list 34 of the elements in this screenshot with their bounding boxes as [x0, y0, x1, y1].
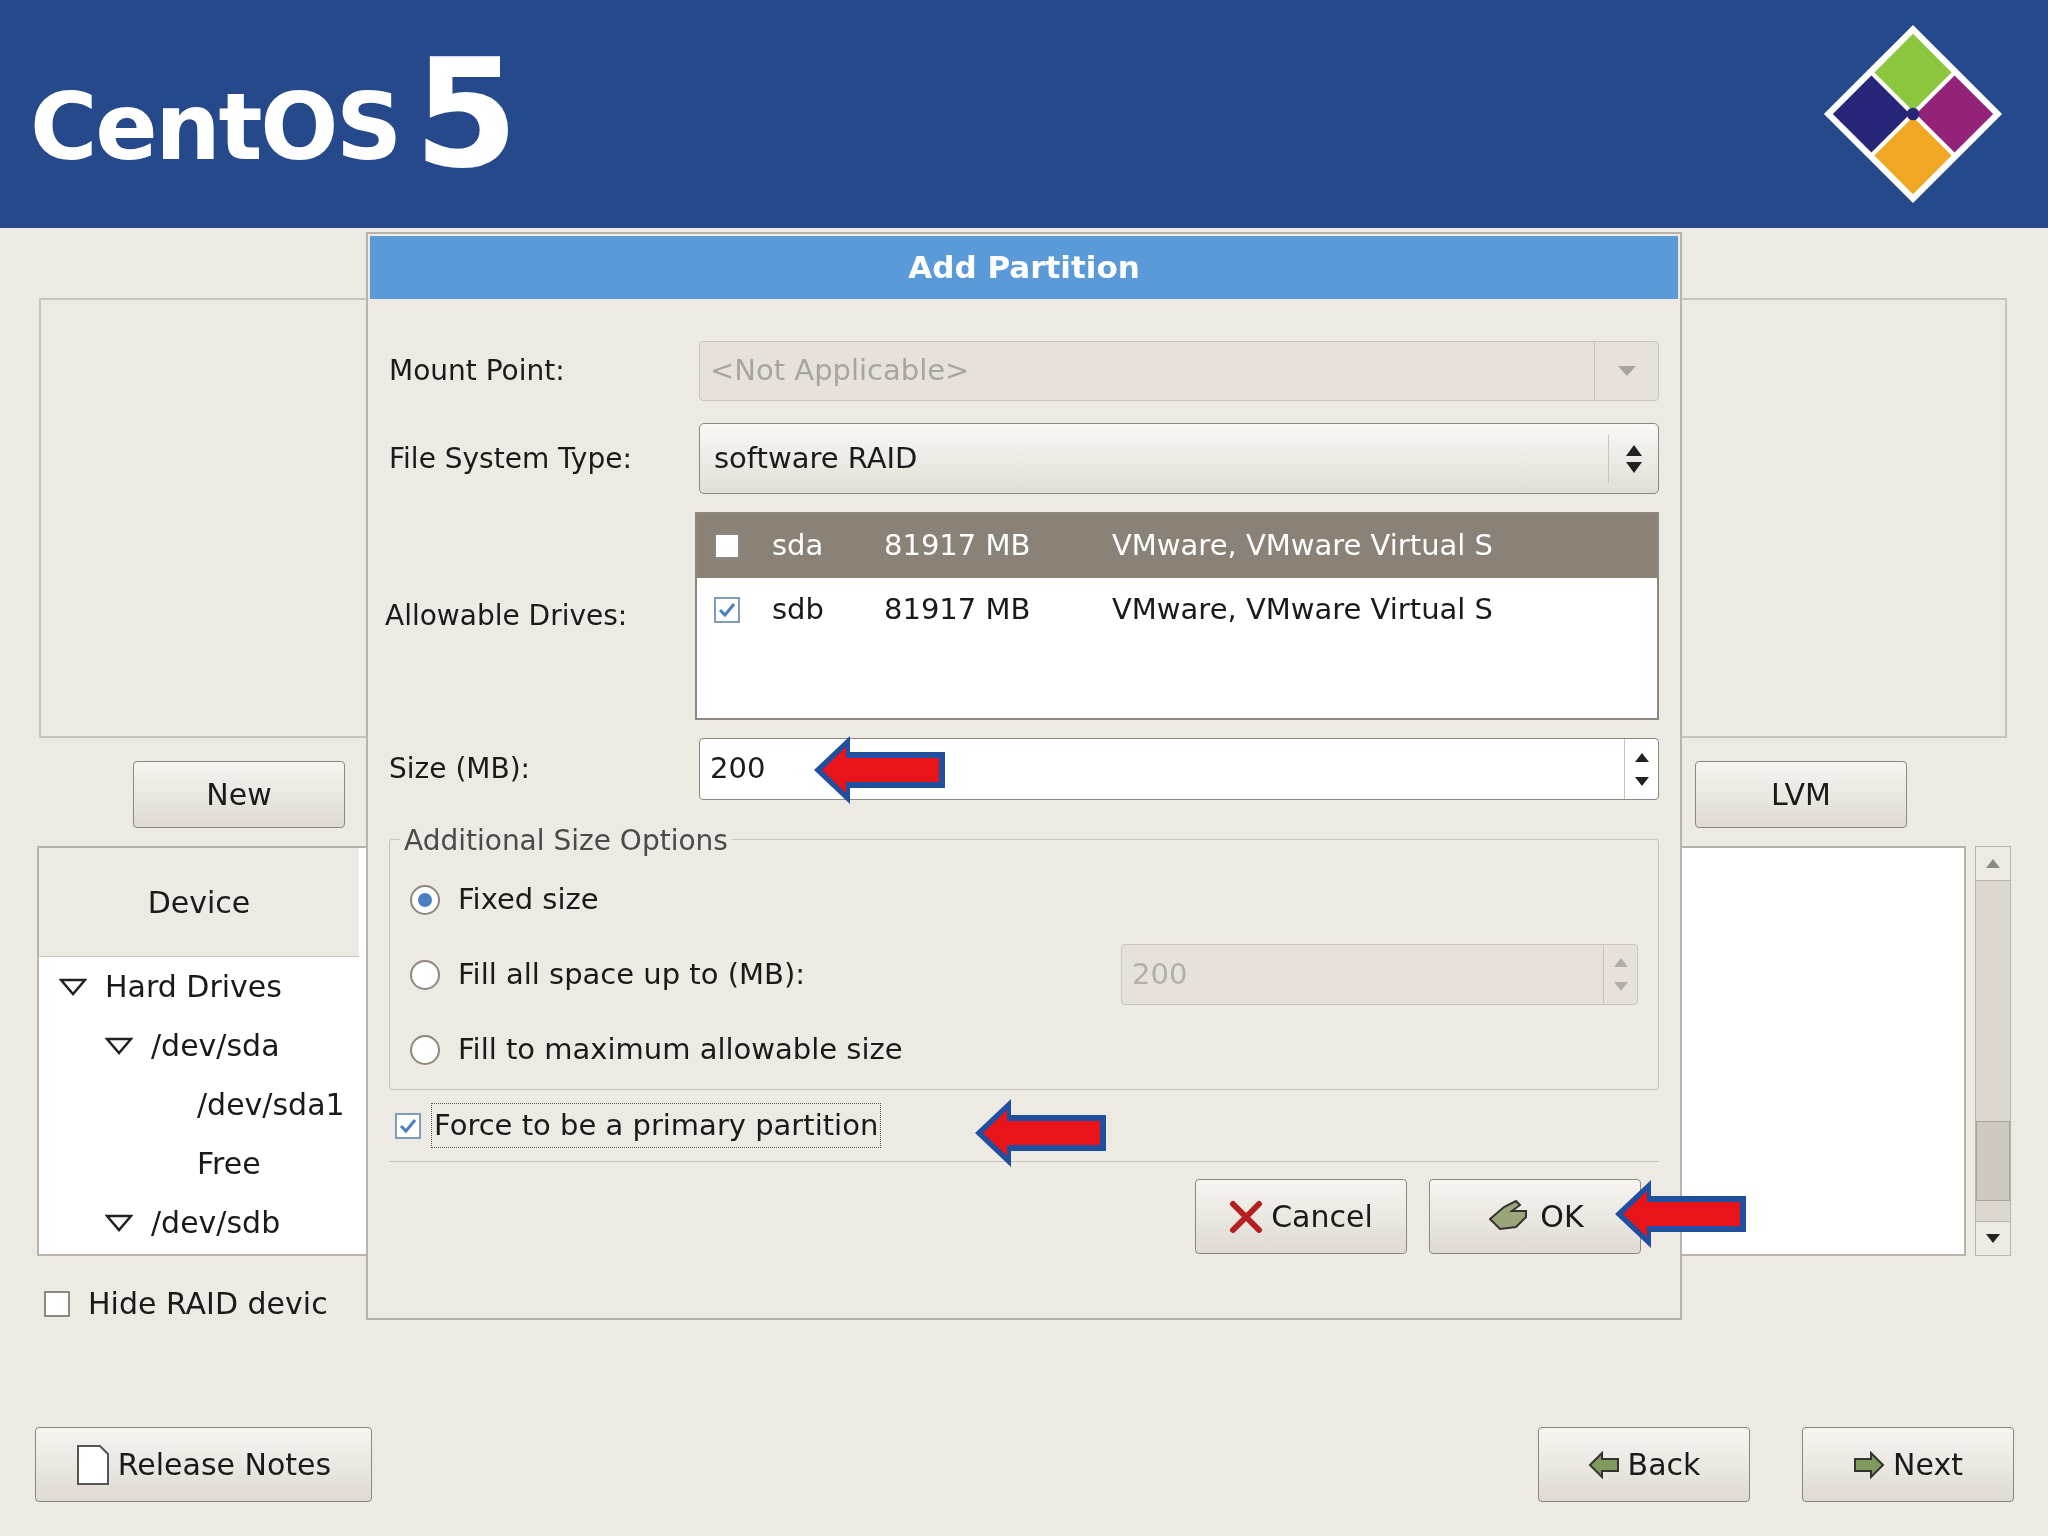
- drive-model: VMware, VMware Virtual S: [1112, 591, 1493, 629]
- back-button[interactable]: Back: [1538, 1427, 1750, 1502]
- radio-label[interactable]: Fixed size: [458, 877, 599, 922]
- release-notes-button[interactable]: Release Notes: [35, 1427, 372, 1502]
- field-label: Mount Point:: [389, 353, 566, 389]
- option-label: Hide RAID devic: [88, 1285, 328, 1323]
- tree-item[interactable]: /dev/sdb: [151, 1200, 281, 1245]
- size-spin-field[interactable]: 200: [699, 738, 1659, 800]
- drive-size: 81917 MB: [884, 527, 1032, 565]
- checkbox-label[interactable]: Force to be a primary partition: [431, 1102, 882, 1149]
- radio-label[interactable]: Fill to maximum allowable size: [458, 1027, 903, 1072]
- tree-item[interactable]: Hard Drives: [105, 964, 282, 1009]
- logo-version: 5: [414, 54, 519, 174]
- toolbar-button[interactable]: New: [133, 761, 345, 828]
- column-header[interactable]: Device: [39, 848, 359, 957]
- drive-size: 81917 MB: [884, 591, 1032, 629]
- field-label: Allowable Drives:: [385, 598, 629, 634]
- drive-model: VMware, VMware Virtual S: [1112, 527, 1493, 565]
- file-system-dropdown[interactable]: software RAID: [699, 423, 1659, 494]
- drive-name: sda: [772, 527, 825, 565]
- toolbar-button[interactable]: LVM: [1695, 761, 1907, 828]
- drive-row[interactable]: sda 81917 MB VMware, VMware Virtual S: [697, 514, 1657, 578]
- tree-item[interactable]: /dev/sda: [151, 1023, 280, 1068]
- next-button[interactable]: Next: [1802, 1427, 2014, 1502]
- field-label: File System Type:: [389, 440, 633, 477]
- cancel-button[interactable]: Cancel: [1195, 1179, 1407, 1254]
- tree-item[interactable]: /dev/sda1: [197, 1082, 345, 1127]
- tree-item[interactable]: Free: [197, 1141, 261, 1186]
- drive-name: sdb: [772, 591, 825, 629]
- radio-label[interactable]: Fill all space up to (MB):: [458, 952, 805, 997]
- dialog-title: Add Partition: [908, 248, 1140, 288]
- field-label: Size (MB):: [389, 751, 532, 787]
- logo-text: CentOS: [30, 82, 401, 174]
- ok-button[interactable]: OK: [1429, 1179, 1641, 1254]
